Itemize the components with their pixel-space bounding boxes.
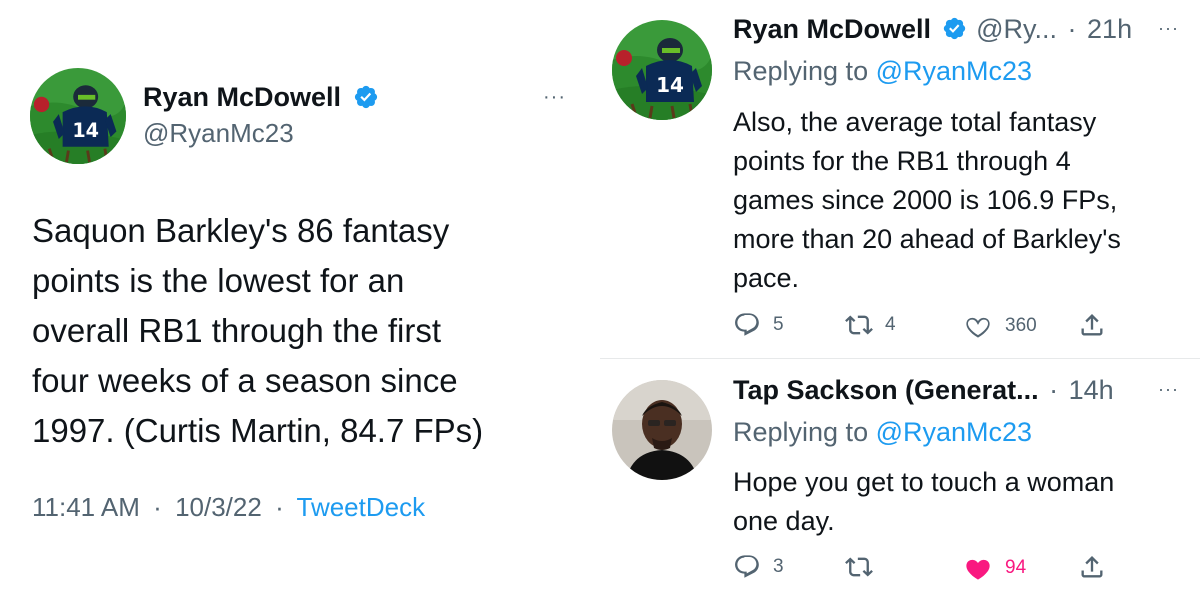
avatar-tap-sackson[interactable] <box>612 380 712 480</box>
replying-to-handle[interactable]: @RyanMc23 <box>876 417 1032 447</box>
more-options-icon[interactable]: ··· <box>543 86 566 109</box>
reply-time-ago[interactable]: 21h <box>1087 14 1132 44</box>
more-options-icon[interactable]: ··· <box>1158 18 1179 39</box>
tweet-text-line: points is the lowest for an <box>32 262 405 299</box>
reply-action[interactable]: 3 <box>733 553 784 581</box>
share-icon <box>1078 311 1106 339</box>
reply-text-line: one day. <box>733 506 835 536</box>
reply-text-line: pace. <box>733 263 800 293</box>
meta-separator: · <box>1067 14 1077 44</box>
reply-time-ago[interactable]: 14h <box>1069 375 1114 405</box>
like-action[interactable]: 360 <box>963 311 1037 341</box>
meta-separator: · <box>275 492 284 522</box>
reply-body: Hope you get to touch a woman one day. <box>733 463 1114 541</box>
retweet-action[interactable] <box>845 553 885 581</box>
tweet-meta: 11:41 AM · 10/3/22 · TweetDeck <box>32 492 425 523</box>
tweet-text-line: four weeks of a season since <box>32 362 458 399</box>
verified-badge-icon <box>353 84 379 110</box>
retweet-icon <box>845 553 873 581</box>
reply-body: Also, the average total fantasy points f… <box>733 103 1121 298</box>
like-count: 94 <box>1005 557 1027 578</box>
reply-icon <box>733 311 761 339</box>
tweet-time[interactable]: 11:41 AM <box>32 492 140 522</box>
meta-separator: · <box>153 492 162 522</box>
heart-icon <box>963 311 993 341</box>
share-action[interactable] <box>1078 311 1106 339</box>
author-name[interactable]: Ryan McDowell <box>143 82 341 112</box>
retweet-count: 4 <box>885 314 896 335</box>
tweet-text-line: Saquon Barkley's 86 fantasy <box>32 212 450 249</box>
avatar-ryan-mcdowell[interactable] <box>30 68 126 164</box>
tweet-text-line: overall RB1 through the first <box>32 312 442 349</box>
reply-text-line: Also, the average total fantasy <box>733 107 1097 137</box>
reply-divider <box>600 358 1200 359</box>
reply-header: Tap Sackson (Generat... · 14h <box>733 375 1114 406</box>
replying-to-label: Replying to <box>733 56 876 86</box>
reply-text-line: Hope you get to touch a woman <box>733 467 1115 497</box>
author-handle[interactable]: @Ry... <box>976 14 1057 44</box>
reply-text-line: more than 20 ahead of Barkley's <box>733 224 1121 254</box>
tweet-source-link[interactable]: TweetDeck <box>297 492 426 522</box>
share-icon <box>1078 553 1106 581</box>
reply-action[interactable]: 5 <box>733 311 784 339</box>
retweet-icon <box>845 311 873 339</box>
like-action[interactable]: 94 <box>963 553 1026 583</box>
reply-text-line: games since 2000 is 106.9 FPs, <box>733 185 1118 215</box>
reply-count: 3 <box>773 556 784 577</box>
author-name[interactable]: Ryan McDowell <box>733 14 931 44</box>
verified-badge-icon <box>942 16 967 41</box>
reply-count: 5 <box>773 314 784 335</box>
reply-text-line: points for the RB1 through 4 <box>733 146 1071 176</box>
author-handle[interactable]: @RyanMc23 <box>143 118 294 149</box>
replying-to: Replying to @RyanMc23 <box>733 417 1032 448</box>
replying-to-label: Replying to <box>733 417 876 447</box>
avatar-ryan-mcdowell[interactable] <box>612 20 712 120</box>
replying-to: Replying to @RyanMc23 <box>733 56 1032 87</box>
like-count: 360 <box>1005 315 1037 336</box>
author-name[interactable]: Tap Sackson (Generat... <box>733 375 1039 405</box>
replying-to-handle[interactable]: @RyanMc23 <box>876 56 1032 86</box>
tweet-date[interactable]: 10/3/22 <box>175 492 262 522</box>
retweet-action[interactable]: 4 <box>845 311 896 339</box>
meta-separator: · <box>1049 375 1059 405</box>
tweet-text-line: 1997. (Curtis Martin, 84.7 FPs) <box>32 412 484 449</box>
reply-icon <box>733 553 761 581</box>
share-action[interactable] <box>1078 553 1106 581</box>
reply-header: Ryan McDowell @Ry... · 21h <box>733 14 1132 45</box>
author-name-row: Ryan McDowell <box>143 82 379 113</box>
more-options-icon[interactable]: ··· <box>1158 379 1179 400</box>
heart-filled-icon <box>963 553 993 583</box>
tweet-body: Saquon Barkley's 86 fantasy points is th… <box>32 206 483 456</box>
